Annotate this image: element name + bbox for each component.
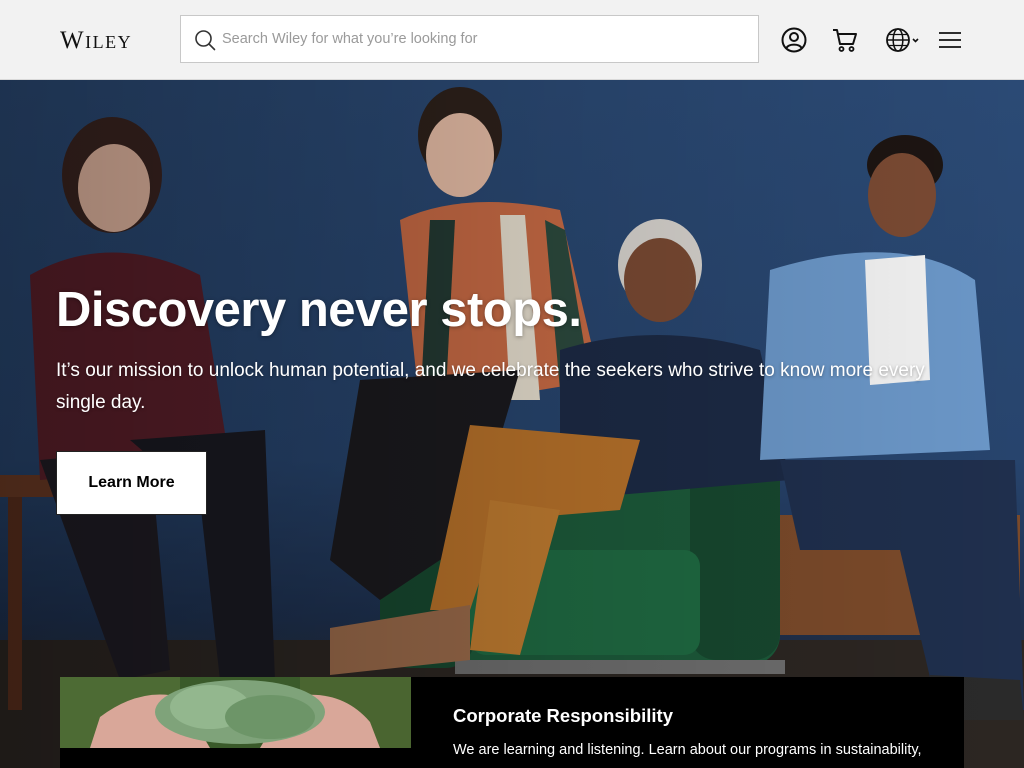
pine-hands-image: [60, 677, 411, 748]
globe-icon[interactable]: [884, 26, 922, 54]
chevron-down-icon: [912, 38, 919, 43]
search-input[interactable]: [222, 16, 742, 62]
card-title: Corporate Responsibility: [453, 705, 673, 726]
hero-banner: Discovery never stops. It’s our mission …: [0, 80, 1024, 768]
search-box[interactable]: [180, 15, 759, 63]
learn-more-button[interactable]: Learn More: [56, 451, 207, 515]
site-header: Wiley: [0, 0, 1024, 80]
hero-description: It’s our mission to unlock human potenti…: [56, 360, 925, 413]
account-icon[interactable]: [780, 26, 808, 54]
corporate-responsibility-card[interactable]: Corporate Responsibility We are learning…: [60, 677, 964, 768]
hero-overlay: [0, 80, 1024, 768]
card-text: We are learning and listening. Learn abo…: [453, 742, 922, 758]
cart-icon[interactable]: [831, 26, 859, 54]
hero-title: Discovery never stops.: [56, 283, 582, 337]
menu-icon[interactable]: [936, 26, 964, 54]
search-icon[interactable]: [194, 29, 216, 51]
wiley-logo[interactable]: Wiley: [60, 27, 132, 55]
